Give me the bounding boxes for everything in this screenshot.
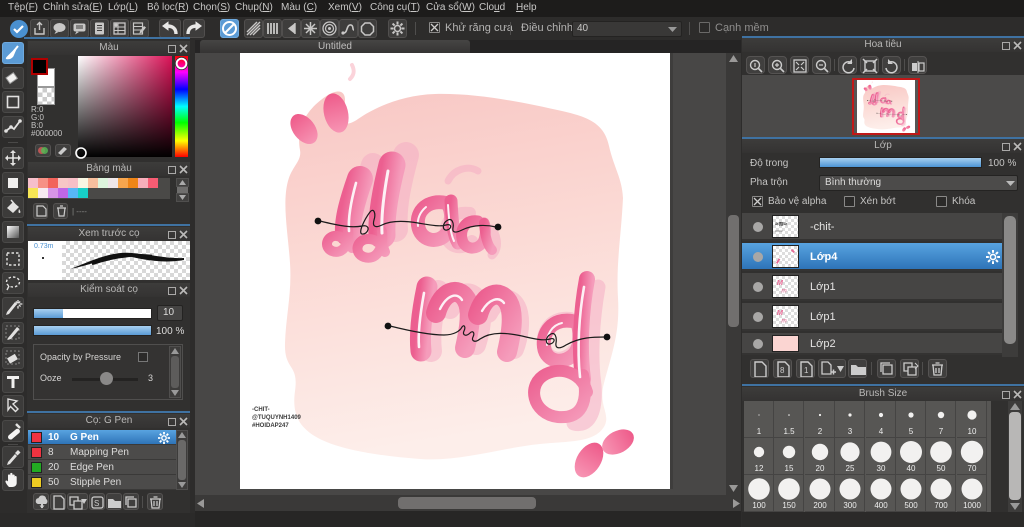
svg-text:40: 40 bbox=[907, 464, 916, 473]
svg-text:m: m bbox=[781, 287, 787, 294]
svg-text:700: 700 bbox=[934, 501, 948, 510]
svg-text:7: 7 bbox=[939, 427, 944, 436]
svg-text:15: 15 bbox=[785, 464, 794, 473]
svg-text:12: 12 bbox=[755, 464, 764, 473]
svg-text:S: S bbox=[94, 499, 99, 508]
svg-text:300: 300 bbox=[843, 501, 857, 510]
svg-text:#HOIDAP247: #HOIDAP247 bbox=[252, 423, 289, 429]
svg-text:@TUQUYNH1409: @TUQUYNH1409 bbox=[252, 415, 302, 421]
svg-text:1: 1 bbox=[804, 366, 809, 375]
svg-text:m: m bbox=[781, 317, 787, 324]
svg-text:150: 150 bbox=[782, 501, 796, 510]
svg-text:2: 2 bbox=[818, 427, 823, 436]
svg-text:70: 70 bbox=[968, 464, 977, 473]
svg-text:≈≋≈: ≈≋≈ bbox=[775, 221, 788, 228]
svg-text:500: 500 bbox=[904, 501, 918, 510]
svg-text:200: 200 bbox=[813, 501, 827, 510]
svg-text:20: 20 bbox=[816, 464, 825, 473]
svg-text:4: 4 bbox=[879, 427, 884, 436]
svg-text:M: M bbox=[777, 308, 784, 317]
svg-text:8: 8 bbox=[780, 366, 785, 375]
svg-text:-CHIT-: -CHIT- bbox=[252, 407, 270, 413]
svg-text:≈≈≈: ≈≈≈ bbox=[775, 228, 783, 233]
svg-text:400: 400 bbox=[874, 501, 888, 510]
svg-text:50: 50 bbox=[937, 464, 946, 473]
svg-text:.: . bbox=[789, 261, 791, 267]
svg-text:3: 3 bbox=[848, 427, 853, 436]
svg-text:1000: 1000 bbox=[963, 501, 981, 510]
svg-text:1.5: 1.5 bbox=[783, 427, 795, 436]
svg-text:30: 30 bbox=[877, 464, 886, 473]
svg-text:100: 100 bbox=[752, 501, 766, 510]
svg-text:10: 10 bbox=[968, 427, 977, 436]
svg-text:5: 5 bbox=[909, 427, 914, 436]
svg-text:25: 25 bbox=[846, 464, 855, 473]
svg-text:1: 1 bbox=[757, 427, 762, 436]
svg-text:M: M bbox=[777, 278, 784, 287]
